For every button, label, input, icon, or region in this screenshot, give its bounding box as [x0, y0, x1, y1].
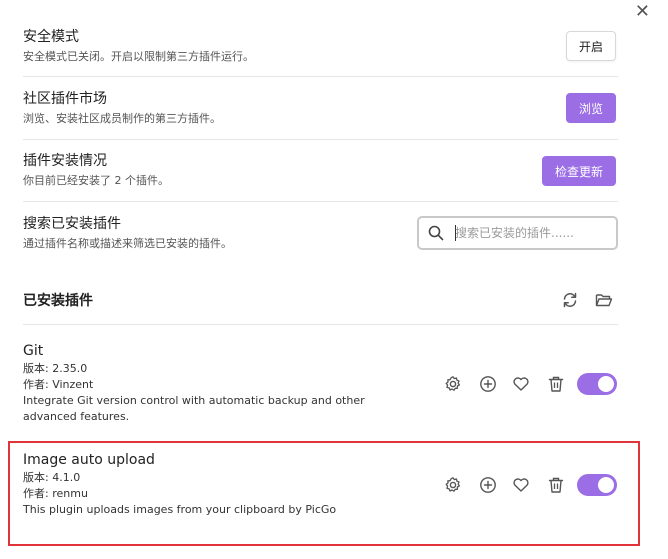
safe-mode-toggle-button[interactable]: 开启 — [565, 31, 616, 61]
toggle-knob — [598, 376, 614, 392]
highlight-annotation — [8, 441, 640, 546]
setting-safe-mode: 安全模式 安全模式已关闭。开启以限制第三方插件运行。 — [23, 27, 618, 65]
close-icon[interactable]: ✕ — [635, 3, 650, 21]
setting-description: 浏览、安装社区成员制作的第三方插件。 — [23, 112, 221, 125]
refresh-icon[interactable] — [561, 291, 579, 313]
search-icon — [428, 225, 444, 245]
trash-icon[interactable] — [547, 375, 565, 397]
check-updates-button[interactable]: 检查更新 — [541, 156, 616, 186]
setting-description: 你目前已经安装了 2 个插件。 — [23, 174, 169, 187]
plugin-description: Integrate Git version control with autom… — [23, 394, 365, 423]
setting-community-plugins: 社区插件市场 浏览、安装社区成员制作的第三方插件。 — [23, 89, 618, 127]
plugin-search-box[interactable] — [417, 216, 618, 250]
setting-title: 社区插件市场 — [23, 91, 107, 107]
divider — [23, 324, 618, 325]
folder-open-icon[interactable] — [595, 291, 613, 313]
plugin-search-input[interactable] — [455, 223, 605, 243]
plugin-enable-toggle[interactable] — [577, 373, 617, 395]
gear-icon[interactable] — [444, 375, 462, 397]
setting-title: 安全模式 — [23, 29, 79, 45]
divider — [23, 139, 618, 140]
installed-plugins-heading: 已安装插件 — [23, 293, 93, 309]
setting-installed-info: 插件安装情况 你目前已经安装了 2 个插件。 — [23, 151, 618, 189]
divider — [23, 201, 618, 202]
divider — [23, 76, 618, 77]
plus-circle-icon[interactable] — [479, 375, 497, 397]
heart-icon[interactable] — [512, 375, 530, 397]
setting-description: 安全模式已关闭。开启以限制第三方插件运行。 — [23, 50, 254, 63]
browse-button[interactable]: 浏览 — [565, 93, 616, 123]
setting-title: 插件安装情况 — [23, 153, 107, 169]
plugin-name: Git — [23, 343, 44, 359]
text-caret — [455, 225, 456, 241]
